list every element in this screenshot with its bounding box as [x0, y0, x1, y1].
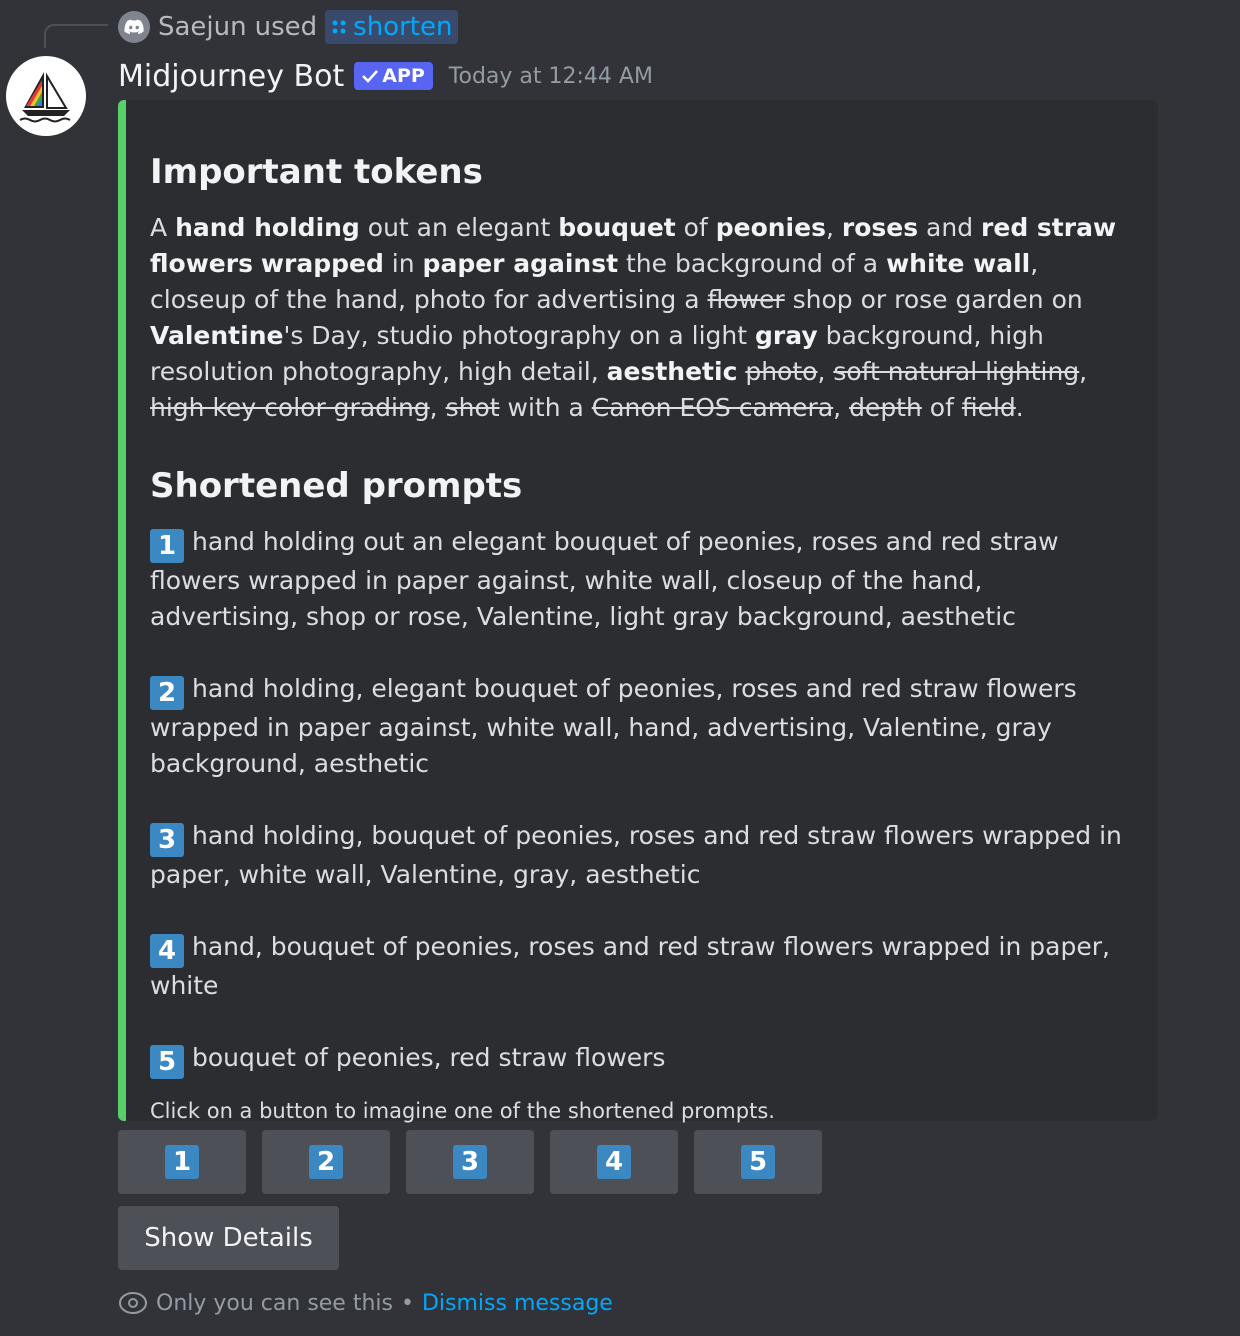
command-chip[interactable]: shorten — [325, 10, 459, 44]
removed-token: high key color grading — [150, 393, 430, 422]
reply-username[interactable]: Saejun — [158, 12, 247, 42]
reply-verb: used — [254, 12, 318, 42]
prompt-text: hand holding out an elegant bouquet of p… — [150, 527, 1059, 631]
removed-token: shot — [445, 393, 500, 422]
token-text: , — [1079, 357, 1088, 386]
imagine-prompt-1-button[interactable]: 1 — [118, 1130, 246, 1194]
shortened-prompt-3: 3 hand holding, bouquet of peonies, roses… — [150, 818, 1134, 893]
token-text: . — [1015, 393, 1024, 422]
message-embed: Important tokens A hand holding out an e… — [118, 100, 1158, 1123]
midjourney-avatar[interactable] — [6, 56, 86, 136]
sailboat-logo-icon — [19, 72, 71, 123]
ephemeral-text: Only you can see this — [156, 1290, 393, 1316]
important-token: paper against — [422, 249, 619, 278]
removed-token: Canon EOS camera — [591, 393, 834, 422]
important-token: peonies — [715, 213, 826, 242]
token-text: of — [675, 213, 716, 242]
prompts-list: 1 hand holding out an elegant bouquet of … — [150, 524, 1134, 1079]
important-token: white wall — [886, 249, 1031, 278]
token-text: A — [150, 213, 176, 242]
app-badge-label: APP — [382, 65, 425, 87]
reply-context: Saejun used shorten — [118, 10, 459, 44]
important-token: Valentine — [150, 321, 284, 350]
ephemeral-notice: Only you can see this • Dismiss message — [118, 1288, 613, 1318]
prompt-text: hand holding, bouquet of peonies, roses … — [150, 821, 1122, 889]
tokens-heading: Important tokens — [150, 152, 483, 192]
embed-footer-note: Click on a button to imagine one of the … — [150, 1099, 775, 1123]
imagine-prompt-2-button[interactable]: 2 — [262, 1130, 390, 1194]
slash-command-icon — [332, 20, 346, 34]
keycap-2-icon: 2 — [309, 1145, 343, 1179]
removed-token: soft natural lighting — [833, 357, 1080, 386]
prompt-text: hand holding, elegant bouquet of peonies… — [150, 674, 1077, 778]
token-text: , — [429, 393, 446, 422]
keycap-3-icon: 3 — [150, 823, 184, 857]
prompts-heading: Shortened prompts — [150, 466, 523, 506]
keycap-1-icon: 1 — [150, 529, 184, 563]
removed-token: flower — [707, 285, 785, 314]
removed-token: photo — [745, 357, 818, 386]
important-token: aesthetic — [606, 357, 738, 386]
imagine-prompt-4-button[interactable]: 4 — [550, 1130, 678, 1194]
important-token: wrapped — [260, 249, 384, 278]
token-text: 's Day, studio photography on a light — [283, 321, 756, 350]
app-badge: APP — [354, 62, 433, 90]
message-timestamp[interactable]: Today at 12:44 AM — [449, 64, 653, 89]
keycap-4-icon: 4 — [597, 1145, 631, 1179]
shortened-prompt-2: 2 hand holding, elegant bouquet of peonie… — [150, 671, 1134, 782]
keycap-5-icon: 5 — [741, 1145, 775, 1179]
imagine-prompt-5-button[interactable]: 5 — [694, 1130, 822, 1194]
command-name: shorten — [353, 12, 453, 42]
imagine-prompt-3-button[interactable]: 3 — [406, 1130, 534, 1194]
checkmark-icon — [362, 70, 379, 83]
important-token: gray — [755, 321, 818, 350]
token-text: , — [817, 357, 834, 386]
keycap-4-icon: 4 — [150, 934, 184, 968]
token-text: with a — [499, 393, 592, 422]
message-header: Midjourney Bot APP Today at 12:44 AM — [118, 56, 653, 96]
removed-token: field — [961, 393, 1016, 422]
ephemeral-separator: • — [400, 1290, 414, 1316]
shortened-prompt-4: 4 hand, bouquet of peonies, roses and red… — [150, 929, 1134, 1004]
shortened-prompt-1: 1 hand holding out an elegant bouquet of … — [150, 524, 1134, 635]
important-token: roses — [841, 213, 919, 242]
tokens-paragraph: A hand holding out an elegant bouquet of… — [150, 210, 1134, 426]
keycap-3-icon: 3 — [453, 1145, 487, 1179]
discord-avatar-icon[interactable] — [118, 11, 150, 43]
keycap-1-icon: 1 — [165, 1145, 199, 1179]
show-details-button[interactable]: Show Details — [118, 1206, 339, 1270]
token-text: of — [921, 393, 962, 422]
bot-username[interactable]: Midjourney Bot — [118, 59, 344, 94]
removed-token: depth — [849, 393, 922, 422]
shortened-prompt-5: 5 bouquet of peonies, red straw flowers — [150, 1040, 1134, 1079]
token-text: the background of a — [618, 249, 887, 278]
token-text: shop or rose garden on — [784, 285, 1083, 314]
eye-icon — [119, 1292, 147, 1314]
prompt-text: hand, bouquet of peonies, roses and red … — [150, 932, 1110, 1000]
keycap-5-icon: 5 — [150, 1045, 184, 1079]
prompt-button-row: 1 2 3 4 5 — [118, 1130, 822, 1194]
token-text: , — [825, 213, 842, 242]
important-token: bouquet — [558, 213, 676, 242]
token-text: , — [833, 393, 850, 422]
reply-connector-line — [44, 24, 108, 48]
token-text: and — [918, 213, 982, 242]
keycap-2-icon: 2 — [150, 676, 184, 710]
important-token: hand holding — [175, 213, 360, 242]
dismiss-message-link[interactable]: Dismiss message — [422, 1291, 613, 1316]
token-text: out an elegant — [359, 213, 559, 242]
token-text: in — [383, 249, 423, 278]
prompt-text: bouquet of peonies, red straw flowers — [192, 1043, 666, 1072]
